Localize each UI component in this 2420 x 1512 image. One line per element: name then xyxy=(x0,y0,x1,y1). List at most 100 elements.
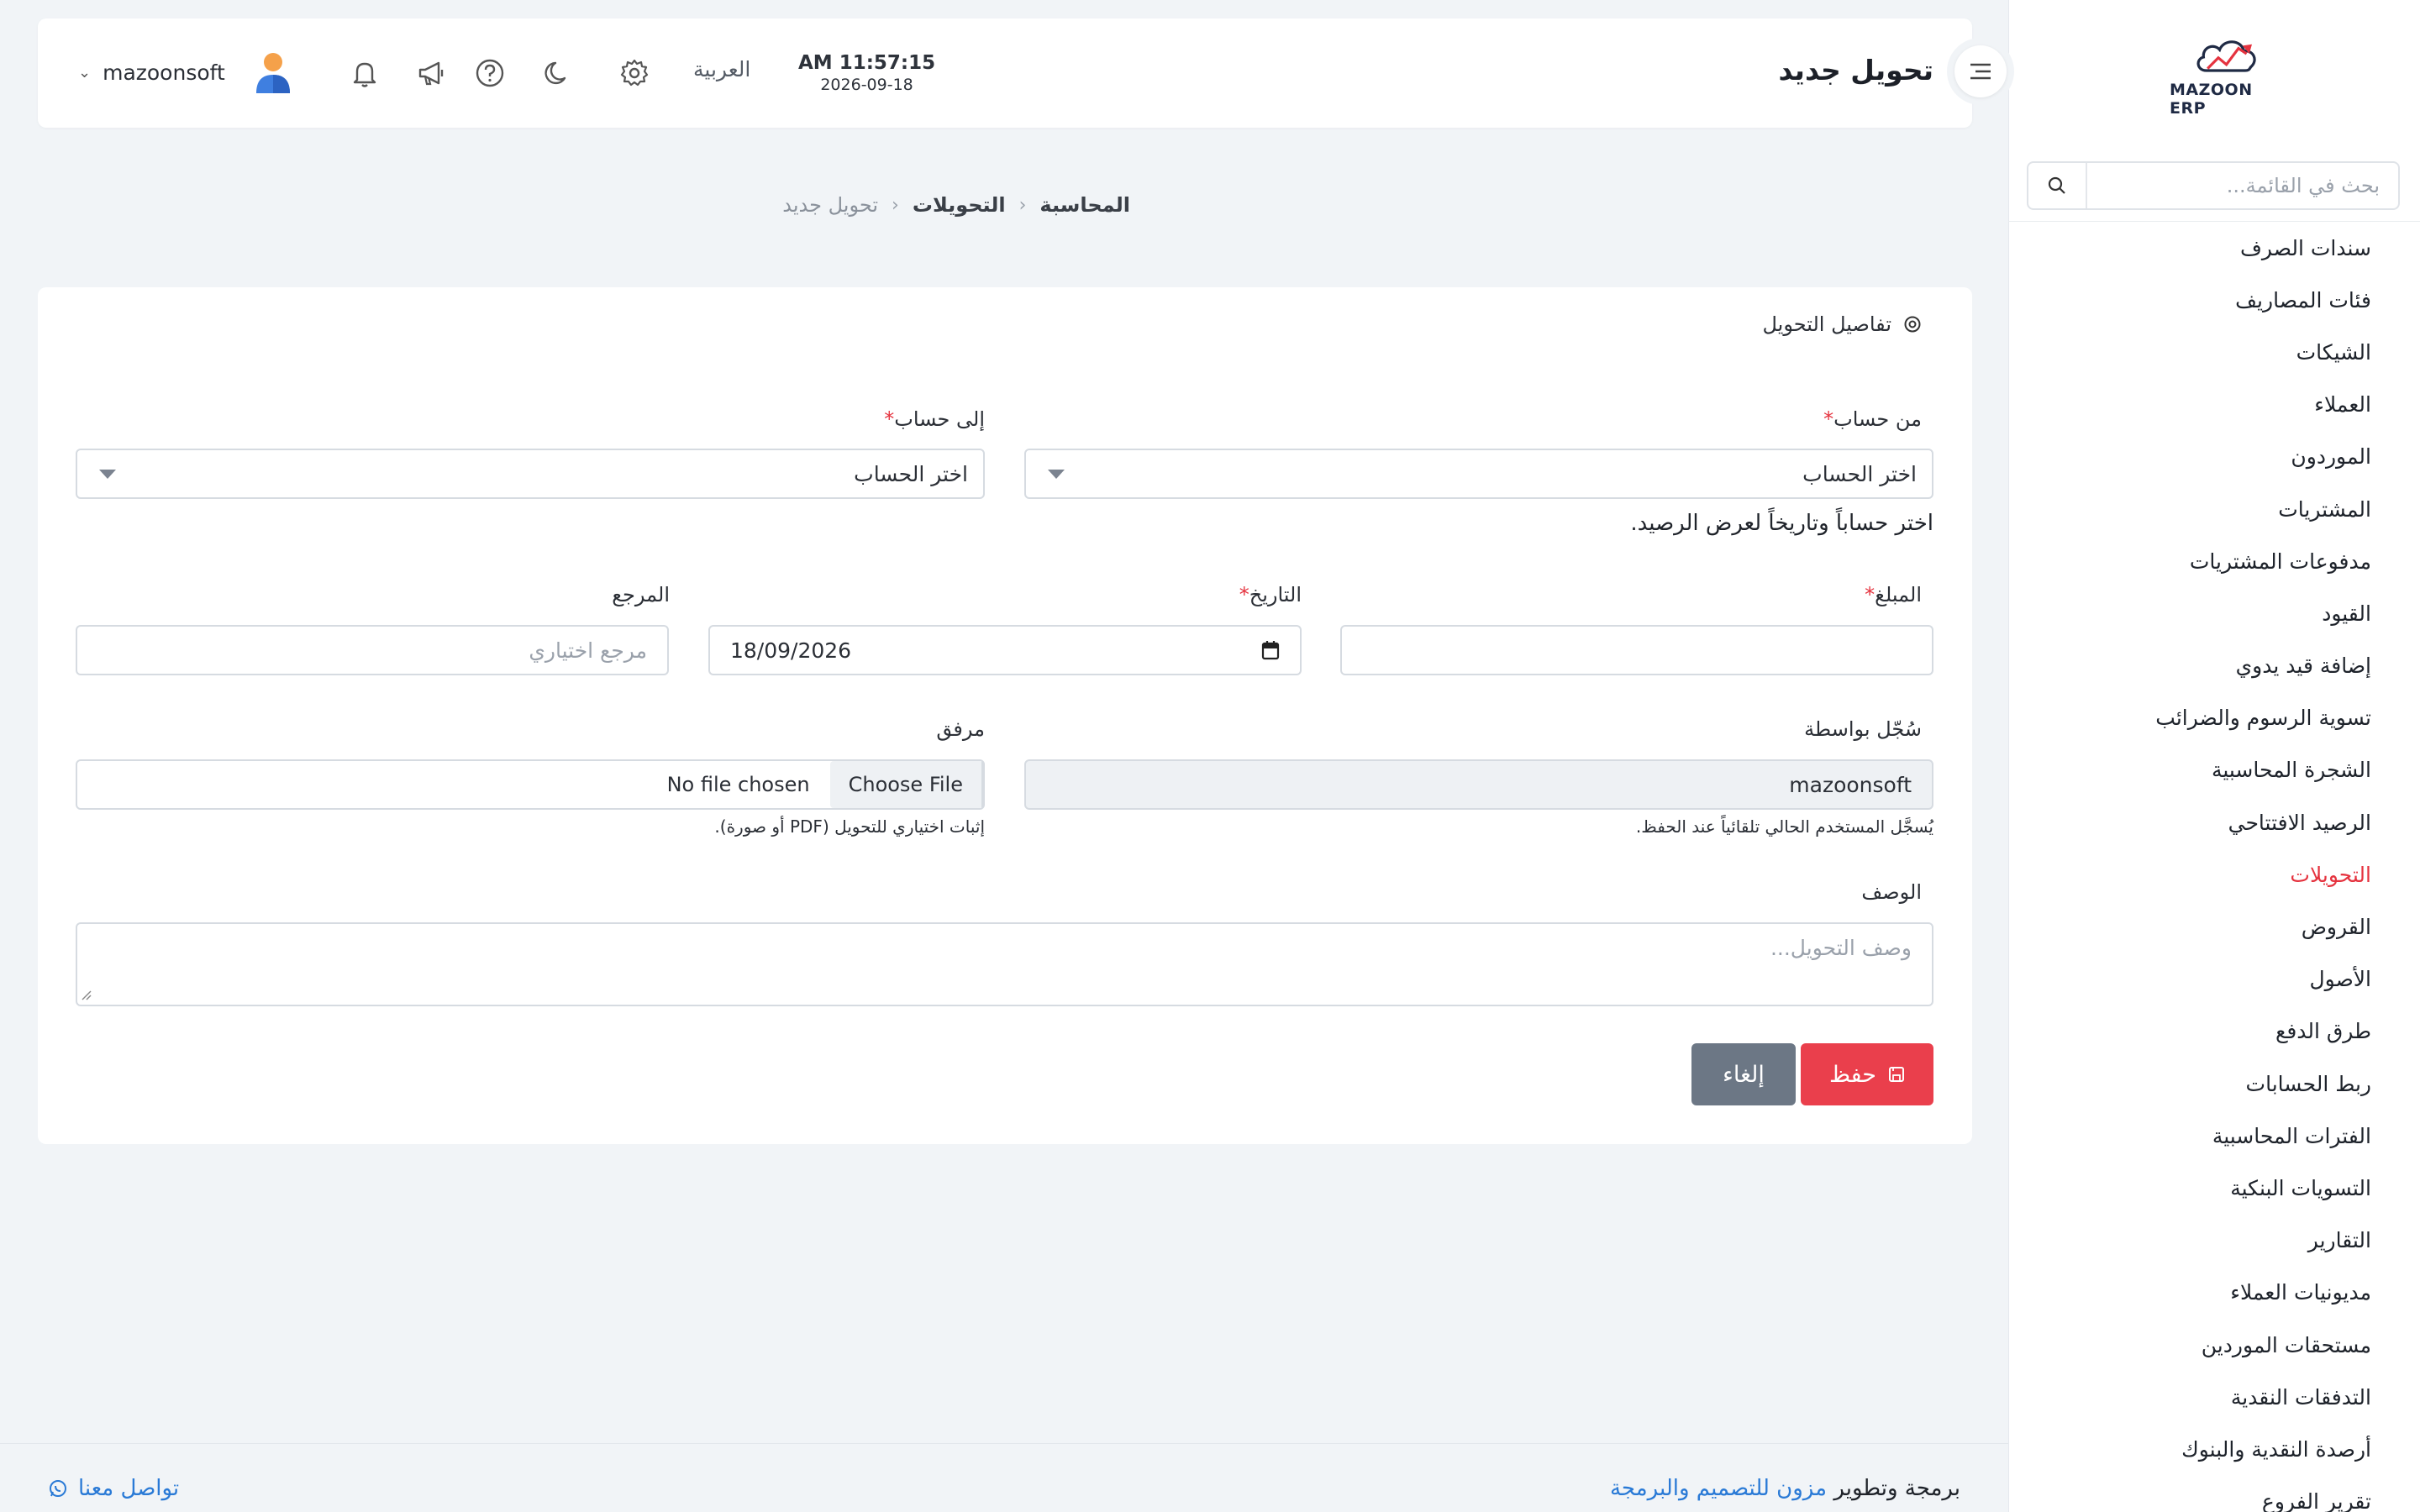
chevron-left-icon: ‹ xyxy=(1018,194,1027,216)
sidebar-item-fees-taxes[interactable]: تسوية الرسوم والضرائب xyxy=(2155,692,2371,744)
breadcrumb: المحاسبة ‹ التحويلات ‹ تحويل جديد xyxy=(782,193,1130,217)
sidebar-item-transfers[interactable]: التحويلات xyxy=(2155,848,2371,900)
attachment-file-input[interactable]: No file chosen Choose File xyxy=(76,759,985,810)
footer-credit-link[interactable]: مزون للتصميم والبرمجة xyxy=(1610,1476,1827,1501)
sidebar-item-assets[interactable]: الأصول xyxy=(2155,953,2371,1005)
date-label: التاريخ* xyxy=(1234,583,1302,606)
amount-input[interactable] xyxy=(1340,625,1933,675)
calendar-icon[interactable] xyxy=(1261,640,1280,660)
sidebar-item-account-mapping[interactable]: ربط الحسابات xyxy=(2155,1058,2371,1110)
resize-handle-icon[interactable] xyxy=(81,990,92,1001)
choose-file-button[interactable]: Choose File xyxy=(829,761,983,808)
sidebar-item-customers[interactable]: العملاء xyxy=(2155,379,2371,431)
contact-us-label: تواصل معنا xyxy=(78,1476,180,1501)
required-mark: * xyxy=(1865,583,1876,606)
clock-date: 2026-09-18 xyxy=(820,76,913,94)
megaphone-icon[interactable] xyxy=(412,54,450,92)
recorded-by-hint: يُسجَّل المستخدم الحالي تلقائياً عند الح… xyxy=(1635,816,1933,837)
footer-credit-prefix: برمجة وتطوير xyxy=(1833,1476,1960,1501)
sidebar-menu: سندات الصرف فئات المصاريف الشيكات العملا… xyxy=(2155,222,2371,1512)
from-account-value: اختر الحساب xyxy=(1802,461,1917,486)
sidebar-item-bank-reconciliation[interactable]: التسويات البنكية xyxy=(2155,1162,2371,1214)
moon-icon[interactable] xyxy=(539,54,577,92)
sidebar-item-manual-entry[interactable]: إضافة قيد يدوي xyxy=(2155,640,2371,692)
sidebar-item-cash-bank-balances[interactable]: أرصدة النقدية والبنوك xyxy=(2155,1423,2371,1475)
caret-down-icon xyxy=(99,469,116,479)
to-account-label: إلى حساب* xyxy=(879,407,985,431)
transfer-form-card: تفاصيل التحويل من حساب* اختر الحساب إلى … xyxy=(38,287,1972,1144)
sidebar-item-cash-flows[interactable]: التدفقات النقدية xyxy=(2155,1371,2371,1423)
floppy-icon xyxy=(1889,1067,1904,1082)
breadcrumb-accounting[interactable]: المحاسبة xyxy=(1039,193,1130,217)
sidebar-search-input[interactable] xyxy=(2087,163,2398,208)
sidebar-item-branches-report[interactable]: تقرير الفروع xyxy=(2155,1476,2371,1512)
footer: برمجة وتطوير مزون للتصميم والبرمجة تواصل… xyxy=(0,1443,2008,1512)
to-account-label-text: إلى حساب xyxy=(894,407,985,431)
save-button[interactable]: حفظ xyxy=(1801,1043,1933,1105)
sidebar-item-suppliers[interactable]: الموردون xyxy=(2155,431,2371,483)
reference-label: المرجع xyxy=(612,583,670,606)
target-icon xyxy=(1904,316,1921,333)
sidebar-item-loans[interactable]: القروض xyxy=(2155,900,2371,953)
bell-icon[interactable] xyxy=(345,54,384,92)
from-account-label: من حساب* xyxy=(1818,407,1922,431)
sidebar-search xyxy=(2027,161,2400,210)
sidebar-item-expense-categories[interactable]: فئات المصاريف xyxy=(2155,274,2371,326)
sidebar-item-supplier-dues[interactable]: مستحقات الموردين xyxy=(2155,1319,2371,1371)
save-label: حفظ xyxy=(1829,1061,1876,1088)
top-header: تحويل جديد AM 11:57:15 2026-09-18 العربي… xyxy=(38,18,1972,128)
help-icon[interactable] xyxy=(471,54,509,92)
amount-label-text: المبلغ xyxy=(1875,583,1922,606)
description-textarea[interactable]: وصف التحويل... xyxy=(76,922,1933,1006)
sidebar-item-chart-of-accounts[interactable]: الشجرة المحاسبية xyxy=(2155,744,2371,796)
recorded-by-input: mazoonsoft xyxy=(1024,759,1933,810)
attachment-label: مرفق xyxy=(936,717,985,741)
logo-cloud-icon xyxy=(2196,40,2256,72)
sidebar-toggle[interactable] xyxy=(1947,38,2014,105)
sidebar-item-purchases[interactable]: المشتريات xyxy=(2155,483,2371,535)
search-icon[interactable] xyxy=(2028,163,2087,208)
clock-time: AM 11:57:15 xyxy=(798,52,936,74)
sidebar-item-reports[interactable]: التقارير xyxy=(2155,1215,2371,1267)
brand-name: MAZOON ERP xyxy=(2170,81,2253,118)
sidebar: MAZOON ERP سندات الصرف فئات المصاريف الش… xyxy=(2008,0,2420,1512)
avatar xyxy=(255,53,290,93)
page-title: تحويل جديد xyxy=(1778,54,1934,87)
sidebar-item-journal-entries[interactable]: القيود xyxy=(2155,587,2371,639)
recorded-by-label: سُجّل بواسطة xyxy=(1804,717,1922,741)
date-input[interactable]: 18/09/2026 xyxy=(708,625,1302,675)
chevron-down-icon: ⌄ xyxy=(78,63,92,81)
required-mark: * xyxy=(1239,583,1249,606)
sidebar-item-payment-vouchers[interactable]: سندات الصرف xyxy=(2155,222,2371,274)
sidebar-item-fiscal-periods[interactable]: الفترات المحاسبية xyxy=(2155,1110,2371,1162)
sidebar-item-payment-methods[interactable]: طرق الدفع xyxy=(2155,1005,2371,1058)
from-account-label-text: من حساب xyxy=(1833,407,1922,431)
sidebar-item-opening-balance[interactable]: الرصيد الافتتاحي xyxy=(2155,796,2371,848)
language-switcher[interactable]: العربية xyxy=(693,57,750,81)
contact-us-link[interactable]: تواصل معنا xyxy=(48,1476,179,1501)
footer-credit: برمجة وتطوير مزون للتصميم والبرمجة xyxy=(1610,1476,1960,1501)
section-title: تفاصيل التحويل xyxy=(1762,312,1891,336)
from-account-select[interactable]: اختر الحساب xyxy=(1024,449,1933,499)
description-label: الوصف xyxy=(1861,880,1922,904)
reference-input[interactable]: مرجع اختياري xyxy=(76,625,669,675)
attachment-hint: إثبات اختياري للتحويل (PDF أو صورة). xyxy=(714,816,985,837)
brand-logo[interactable]: MAZOON ERP xyxy=(2170,34,2287,118)
sidebar-item-customer-debts[interactable]: مديونيات العملاء xyxy=(2155,1267,2371,1319)
menu-icon xyxy=(1954,45,2007,97)
chevron-left-icon: ‹ xyxy=(892,194,899,216)
sidebar-item-purchase-payments[interactable]: مدفوعات المشتريات xyxy=(2155,535,2371,587)
cancel-button[interactable]: إلغاء xyxy=(1691,1043,1796,1105)
breadcrumb-transfers[interactable]: التحويلات xyxy=(913,193,1006,217)
amount-label: المبلغ* xyxy=(1860,583,1922,606)
to-account-value: اختر الحساب xyxy=(854,461,968,486)
balance-hint: اختر حساباً وتاريخاً لعرض الرصيد. xyxy=(1630,511,1933,536)
user-menu[interactable]: ⌄ mazoonsoft xyxy=(78,47,292,97)
required-mark: * xyxy=(1823,407,1834,431)
description-placeholder: وصف التحويل... xyxy=(1770,936,1912,960)
gear-icon[interactable] xyxy=(615,54,654,92)
to-account-select[interactable]: اختر الحساب xyxy=(76,449,985,499)
header-clock: AM 11:57:15 2026-09-18 xyxy=(798,52,935,94)
date-value: 18/09/2026 xyxy=(730,638,852,663)
sidebar-item-cheques[interactable]: الشيكات xyxy=(2155,326,2371,378)
